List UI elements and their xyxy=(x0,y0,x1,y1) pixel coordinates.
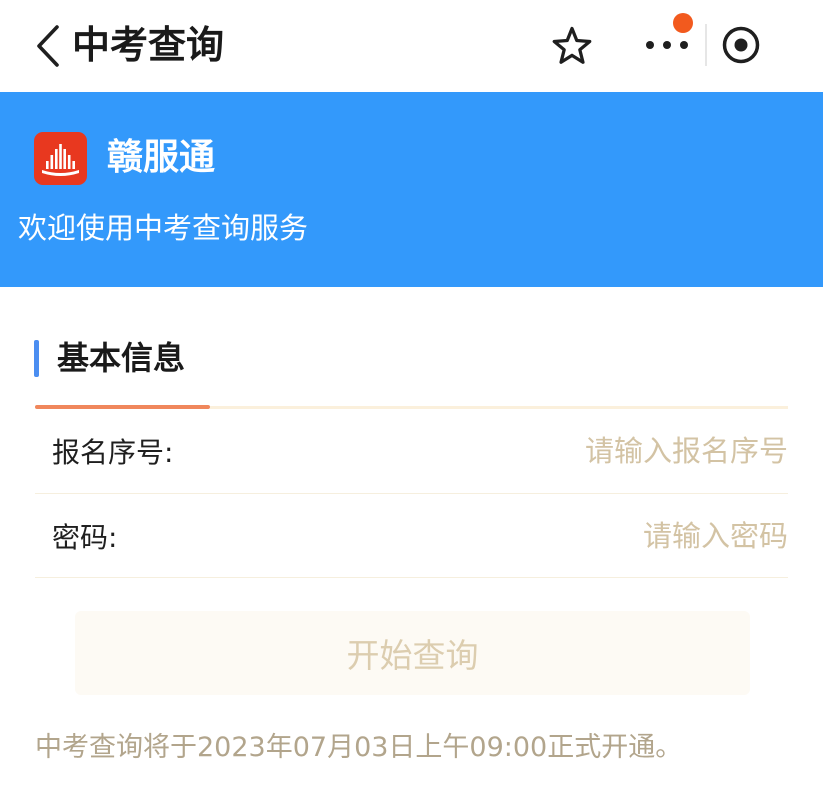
page-title: 中考查询 xyxy=(72,23,225,67)
app-name: 赣服通 xyxy=(107,137,216,178)
welcome-text: 欢迎使用中考查询服务 xyxy=(18,211,309,245)
favorite-button[interactable] xyxy=(551,25,593,67)
circle-dot-icon xyxy=(722,26,760,64)
section-accent-bar xyxy=(34,340,39,377)
section-title: 基本信息 xyxy=(57,339,186,377)
close-button[interactable] xyxy=(721,25,761,65)
notification-dot xyxy=(673,13,693,33)
notice-text: 中考查询将于2023年07月03日上午09:00正式开通。 xyxy=(35,732,683,763)
registration-number-input[interactable] xyxy=(193,426,788,476)
registration-number-label: 报名序号: xyxy=(52,436,174,469)
form-row-password: 密码: xyxy=(35,494,788,578)
app-logo-icon xyxy=(34,132,87,185)
form-row-registration-number: 报名序号: xyxy=(35,409,788,494)
password-input[interactable] xyxy=(137,510,788,561)
password-label: 密码: xyxy=(52,520,118,554)
start-query-button[interactable]: 开始查询 xyxy=(75,611,750,695)
more-dots-icon xyxy=(646,41,688,49)
top-nav-bar: 中考查询 xyxy=(0,0,823,92)
star-icon xyxy=(552,26,592,64)
chevron-left-icon xyxy=(37,25,59,67)
app-screen: 中考查询 赣服通 欢迎使用中考查询服务 基本信息 报名序号: 请输入报名序号 密… xyxy=(0,0,823,800)
nav-divider xyxy=(705,24,707,66)
more-button[interactable] xyxy=(643,30,691,60)
back-button[interactable] xyxy=(34,23,62,69)
welcome-banner: 赣服通 欢迎使用中考查询服务 xyxy=(0,92,823,287)
